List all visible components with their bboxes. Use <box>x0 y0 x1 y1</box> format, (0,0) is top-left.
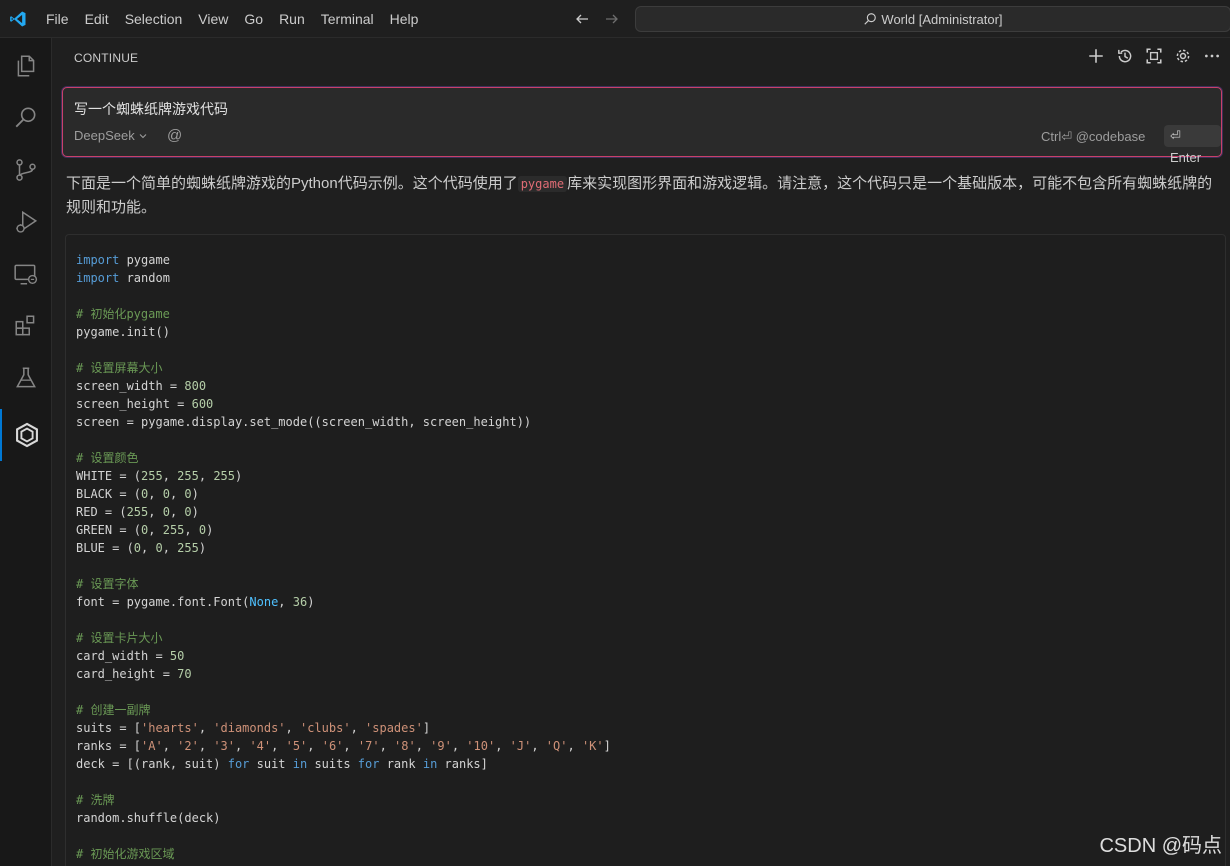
search-icon <box>864 13 877 25</box>
code-line: # 初始化pygame <box>76 307 170 321</box>
forward-arrow-icon[interactable] <box>602 9 622 29</box>
code-line: import pygame <box>76 253 170 267</box>
chat-input-box[interactable]: 写一个蜘蛛纸牌游戏代码 DeepSeek @ Ctrl⏎ @codebase ⏎… <box>62 87 1222 165</box>
menu-bar: File Edit Selection View Go Run Terminal… <box>36 0 426 38</box>
title-bar: File Edit Selection View Go Run Terminal… <box>0 0 1230 38</box>
enter-button[interactable]: ⏎ Enter <box>1164 125 1221 165</box>
code-line: font = pygame.font.Font(None, 36) <box>76 595 315 609</box>
chevron-down-icon <box>139 133 147 138</box>
code-line: screen = pygame.display.set_mode((screen… <box>76 415 532 429</box>
code-line: random.shuffle(deck) <box>76 811 221 825</box>
code-line: card_width = 50 <box>76 649 185 663</box>
menu-go[interactable]: Go <box>236 0 271 38</box>
extensions-icon[interactable] <box>0 300 52 352</box>
code-line: suits = ['hearts', 'diamonds', 'clubs', … <box>76 721 431 735</box>
code-line: BLACK = (0, 0, 0) <box>76 487 199 501</box>
code-line: ranks = ['A', '2', '3', '4', '5', '6', '… <box>76 739 611 753</box>
code-line: card_height = 70 <box>76 667 192 681</box>
model-name: DeepSeek <box>74 128 135 143</box>
menu-view[interactable]: View <box>190 0 236 38</box>
panel-actions <box>1086 46 1222 66</box>
menu-file[interactable]: File <box>36 0 77 38</box>
menu-terminal[interactable]: Terminal <box>313 0 382 38</box>
response-intro-before: 下面是一个简单的蜘蛛纸牌游戏的Python代码示例。这个代码使用了 <box>66 175 518 192</box>
menu-selection[interactable]: Selection <box>117 0 191 38</box>
watermark: CSDN @码点 <box>1099 835 1222 857</box>
code-line: # 设置屏幕大小 <box>76 361 163 375</box>
code-line: # 创建一副牌 <box>76 703 151 717</box>
code-line: import random <box>76 271 170 285</box>
model-selector[interactable]: DeepSeek <box>74 128 148 143</box>
more-icon[interactable] <box>1202 46 1222 66</box>
code-block[interactable]: import pygame import random # 初始化pygame pyg… <box>65 234 1226 866</box>
history-icon[interactable] <box>1115 46 1135 66</box>
panel-header: CONTINUE <box>53 38 1230 78</box>
inline-code: pygame <box>517 176 568 192</box>
run-debug-icon[interactable] <box>0 196 52 248</box>
vscode-logo-icon <box>0 0 36 38</box>
command-center-text: World [Administrator] <box>881 11 1003 27</box>
continue-icon[interactable] <box>0 409 52 461</box>
code-line: BLUE = (0, 0, 255) <box>76 541 207 555</box>
remote-explorer-icon[interactable] <box>0 248 52 300</box>
prompt-text[interactable]: 写一个蜘蛛纸牌游戏代码 <box>74 99 228 119</box>
continue-panel: CONTINUE 写一个蜘蛛纸牌游戏代码 DeepSeek @ Ctrl⏎ @c… <box>53 38 1230 866</box>
testing-icon[interactable] <box>0 352 52 404</box>
code-line: pygame.init() <box>76 325 170 339</box>
command-center-search[interactable]: World [Administrator] <box>635 6 1230 32</box>
code-line: screen_height = 600 <box>76 397 214 411</box>
menu-help[interactable]: Help <box>382 0 427 38</box>
plus-icon[interactable] <box>1086 46 1106 66</box>
code-line: WHITE = (255, 255, 255) <box>76 469 243 483</box>
code-line: # 设置颜色 <box>76 451 139 465</box>
code-line: # 设置卡片大小 <box>76 631 163 645</box>
navigation-arrows <box>572 0 622 38</box>
code-line: GREEN = (0, 255, 0) <box>76 523 214 537</box>
explorer-icon[interactable] <box>0 40 52 92</box>
code-line: # 初始化游戏区域 <box>76 847 175 861</box>
menu-run[interactable]: Run <box>271 0 313 38</box>
fullscreen-icon[interactable] <box>1144 46 1164 66</box>
code-line: # 洗牌 <box>76 793 115 807</box>
codebase-hint[interactable]: Ctrl⏎ @codebase <box>1041 129 1145 145</box>
back-arrow-icon[interactable] <box>572 9 592 29</box>
code-line: RED = (255, 0, 0) <box>76 505 199 519</box>
code-line: screen_width = 800 <box>76 379 207 393</box>
gear-icon[interactable] <box>1173 46 1193 66</box>
at-mention-button[interactable]: @ <box>167 127 182 144</box>
activity-bar <box>0 38 52 866</box>
panel-title: CONTINUE <box>74 51 139 65</box>
response-intro: 下面是一个简单的蜘蛛纸牌游戏的Python代码示例。这个代码使用了 pygame 库… <box>66 172 1221 220</box>
search-icon[interactable] <box>0 92 52 144</box>
source-control-icon[interactable] <box>0 144 52 196</box>
code-line: deck = [(rank, suit) for suit in suits f… <box>76 757 488 771</box>
menu-edit[interactable]: Edit <box>77 0 117 38</box>
code-line: # 设置字体 <box>76 577 139 591</box>
